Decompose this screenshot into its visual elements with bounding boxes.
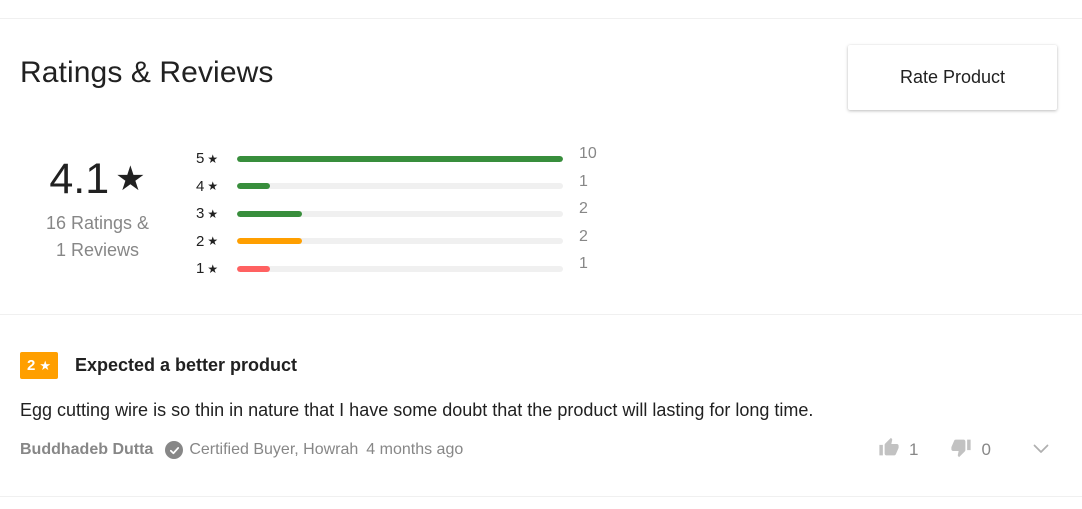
- thumbs-up-icon: [878, 437, 900, 463]
- star-level-label: 3 ★: [196, 205, 226, 222]
- review-card: 2 ★ Expected a better product Egg cuttin…: [20, 352, 1060, 421]
- star-level-number: 4: [196, 177, 205, 195]
- review-meta: Buddhadeb Dutta Certified Buyer, Howrah …: [20, 438, 463, 462]
- dislike-button[interactable]: 0: [950, 437, 991, 463]
- reviews-count: 1 Reviews: [55, 240, 140, 260]
- distribution-bar-track: [237, 155, 563, 162]
- distribution-row: 2 ★ 2: [196, 228, 616, 256]
- dislike-count: 0: [981, 440, 991, 459]
- average-rating-summary: 4.1 ★ 16 Ratings & 1 Reviews: [20, 150, 175, 264]
- star-level-number: 2: [196, 232, 205, 250]
- star-level-number: 3: [196, 205, 205, 223]
- rating-distribution: 5 ★ 10 4 ★ 1 3 ★ 2 2 ★ 2 1 ★ 1: [196, 145, 616, 283]
- distribution-bar-fill: [237, 210, 303, 217]
- star-icon: ★: [207, 261, 219, 276]
- star-level-label: 5 ★: [196, 150, 226, 167]
- star-icon: ★: [207, 151, 219, 166]
- average-rating: 4.1 ★: [20, 150, 175, 208]
- chevron-down-icon: [1033, 441, 1049, 459]
- star-level-number: 5: [196, 150, 205, 168]
- review-time: 4 months ago: [366, 441, 464, 458]
- star-icon: ★: [39, 357, 51, 373]
- distribution-count: 10: [579, 145, 597, 162]
- distribution-bar-fill: [237, 238, 303, 245]
- star-level-label: 1 ★: [196, 260, 226, 277]
- star-icon: ★: [207, 234, 219, 249]
- ratings-count: 16 Ratings &: [45, 213, 150, 233]
- star-icon: ★: [115, 160, 146, 198]
- section-title: Ratings & Reviews: [20, 56, 274, 89]
- distribution-bar-fill: [237, 155, 563, 162]
- distribution-count: 2: [579, 200, 588, 217]
- thumbs-down-icon: [950, 437, 972, 463]
- distribution-row: 4 ★ 1: [196, 173, 616, 201]
- certified-buyer-text: Certified Buyer, Howrah: [189, 441, 359, 458]
- average-rating-value: 4.1: [49, 155, 110, 203]
- reviewer-name: Buddhadeb Dutta: [20, 441, 154, 458]
- rate-product-button[interactable]: Rate Product: [848, 45, 1057, 110]
- distribution-bar-track: [237, 183, 563, 190]
- review-body: Egg cutting wire is so thin in nature th…: [20, 400, 814, 420]
- star-level-label: 4 ★: [196, 178, 226, 195]
- distribution-row: 5 ★ 10: [196, 145, 616, 173]
- review-rating-value: 2: [27, 357, 36, 374]
- distribution-bar-fill: [237, 265, 270, 272]
- expand-review-button[interactable]: [1031, 440, 1051, 460]
- like-count: 1: [909, 440, 919, 459]
- review-header: 2 ★ Expected a better product: [20, 352, 1060, 379]
- distribution-count: 1: [579, 172, 588, 190]
- distribution-row: 3 ★ 2: [196, 200, 616, 228]
- star-level-label: 2 ★: [196, 233, 226, 250]
- star-icon: ★: [207, 179, 219, 194]
- review-rating-badge: 2 ★: [20, 352, 58, 379]
- star-level-number: 1: [196, 260, 205, 278]
- distribution-count: 2: [579, 227, 588, 245]
- section-divider: [0, 314, 1082, 315]
- check-circle-icon: [165, 441, 184, 459]
- distribution-count: 1: [579, 255, 588, 272]
- distribution-row: 1 ★ 1: [196, 255, 616, 283]
- review-actions: 1 0: [878, 437, 1051, 463]
- star-icon: ★: [207, 206, 219, 221]
- like-button[interactable]: 1: [878, 437, 918, 463]
- review-title: Expected a better product: [75, 355, 298, 375]
- distribution-bar-track: [237, 238, 563, 245]
- distribution-bar-track: [237, 210, 563, 217]
- distribution-bar-fill: [237, 183, 270, 190]
- distribution-bar-track: [237, 265, 563, 272]
- bottom-divider: [0, 496, 1082, 497]
- top-divider: [0, 18, 1082, 19]
